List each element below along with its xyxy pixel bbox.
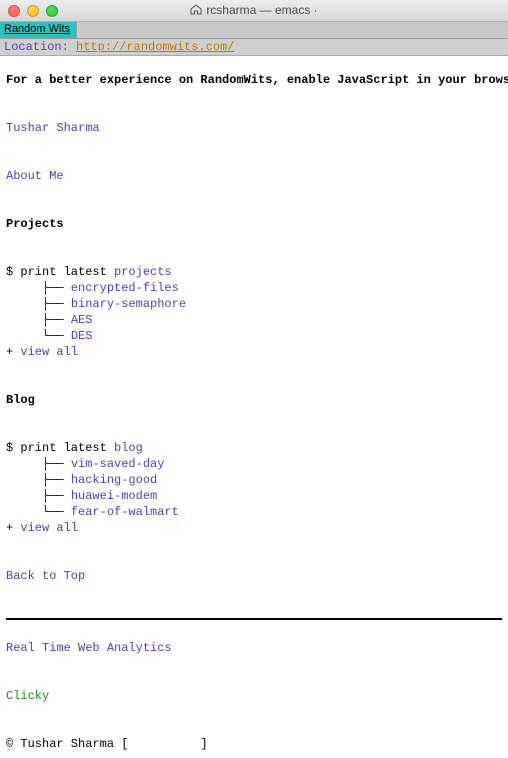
tree-branch: ├── xyxy=(6,313,71,327)
zoom-icon[interactable] xyxy=(46,5,58,17)
tree-branch: ├── xyxy=(6,473,71,487)
footer-prefix: © Tushar Sharma [ xyxy=(6,737,128,751)
window-titlebar: rcsharma — emacs · xyxy=(0,0,508,22)
tree-last: └── xyxy=(6,505,71,519)
tree-branch: ├── xyxy=(6,489,71,503)
project-link[interactable]: DES xyxy=(71,329,93,343)
home-icon xyxy=(190,4,202,18)
blog-cmd-arg[interactable]: blog xyxy=(114,441,143,455)
close-icon[interactable] xyxy=(8,5,20,17)
projects-viewall-link[interactable]: view all xyxy=(20,345,78,359)
tree-branch: ├── xyxy=(6,457,71,471)
back-to-top-link[interactable]: Back to Top xyxy=(6,569,85,583)
js-banner: For a better experience on RandomWits, e… xyxy=(6,73,508,87)
window-title-text: rcsharma — emacs · xyxy=(206,3,317,17)
author-link[interactable]: Tushar Sharma xyxy=(6,121,100,135)
tab-randomwits[interactable]: Random Wits xyxy=(0,22,77,38)
tree-branch: ├── xyxy=(6,297,71,311)
blog-link[interactable]: vim-saved-day xyxy=(71,457,165,471)
blog-cmd-prefix: $ print latest xyxy=(6,441,114,455)
clicky-link[interactable]: Clicky xyxy=(6,689,49,703)
blog-viewall-link[interactable]: view all xyxy=(20,521,78,535)
location-url[interactable]: http://randomwits.com/ xyxy=(76,40,234,54)
divider xyxy=(6,618,502,620)
footer-suffix: ] xyxy=(200,737,207,751)
viewall-prefix: + xyxy=(6,345,20,359)
minimize-icon[interactable] xyxy=(27,5,39,17)
blog-link[interactable]: hacking-good xyxy=(71,473,157,487)
projects-cmd-arg[interactable]: projects xyxy=(114,265,172,279)
window-title: rcsharma — emacs · xyxy=(0,3,508,18)
tab-bar: Random Wits xyxy=(0,22,508,39)
projects-cmd-prefix: $ print latest xyxy=(6,265,114,279)
blog-link[interactable]: huawei-modem xyxy=(71,489,157,503)
tree-last: └── xyxy=(6,329,71,343)
project-link[interactable]: binary-semaphore xyxy=(71,297,186,311)
projects-heading: Projects xyxy=(6,217,64,231)
traffic-lights xyxy=(0,5,58,17)
project-link[interactable]: AES xyxy=(71,313,93,327)
blog-heading: Blog xyxy=(6,393,35,407)
about-link[interactable]: About Me xyxy=(6,169,64,183)
tree-branch: ├── xyxy=(6,281,71,295)
location-label: Location: xyxy=(4,40,69,54)
project-link[interactable]: encrypted-files xyxy=(71,281,179,295)
page-content: For a better experience on RandomWits, e… xyxy=(0,56,508,758)
blog-link[interactable]: fear-of-walmart xyxy=(71,505,179,519)
location-bar: Location: http://randomwits.com/ xyxy=(0,39,508,56)
analytics-link[interactable]: Real Time Web Analytics xyxy=(6,641,172,655)
viewall-prefix: + xyxy=(6,521,20,535)
